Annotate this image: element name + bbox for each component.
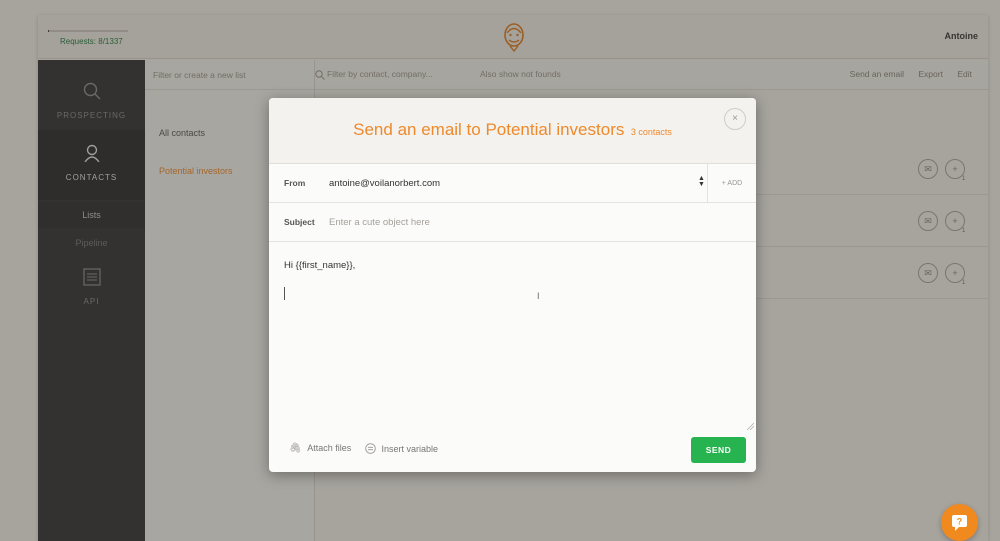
paperclip-icon: 🖇 xyxy=(289,443,302,454)
contacts-count: 3 contacts xyxy=(630,127,672,137)
send-button[interactable]: SEND xyxy=(691,437,746,463)
modal-header: Send an email to Potential investors 3 c… xyxy=(269,98,756,164)
resize-handle-icon[interactable] xyxy=(746,422,754,430)
modal-title: Send an email to Potential investors xyxy=(353,120,625,139)
text-cursor xyxy=(284,287,285,300)
from-label: From xyxy=(284,178,306,188)
subject-label: Subject xyxy=(284,217,315,227)
send-email-modal: Send an email to Potential investors 3 c… xyxy=(269,98,756,472)
insert-variable-button[interactable]: Insert variable xyxy=(365,443,438,454)
select-arrows-icon[interactable]: ▲ ▼ xyxy=(698,175,705,188)
close-icon[interactable]: × xyxy=(724,108,746,130)
from-field: From antoine@voilanorbert.com ▲ ▼ + ADD xyxy=(269,164,756,203)
subject-field: Subject Enter a cute object here xyxy=(269,203,756,242)
add-sender-button[interactable]: + ADD xyxy=(707,164,756,203)
question-chat-icon: ? xyxy=(952,515,967,531)
ibeam-cursor-icon: I xyxy=(537,291,540,301)
email-body-text[interactable]: Hi {{first_name}}, xyxy=(284,260,355,271)
insert-variable-label: Insert variable xyxy=(381,444,439,454)
variable-icon xyxy=(365,443,376,454)
attach-files-button[interactable]: 🖇 Attach files xyxy=(289,443,351,454)
subject-input[interactable]: Enter a cute object here xyxy=(329,217,430,228)
help-chat-button[interactable]: ? xyxy=(941,504,978,541)
from-select[interactable]: antoine@voilanorbert.com xyxy=(329,178,440,189)
svg-text:?: ? xyxy=(957,517,963,527)
attach-files-label: Attach files xyxy=(307,443,352,453)
